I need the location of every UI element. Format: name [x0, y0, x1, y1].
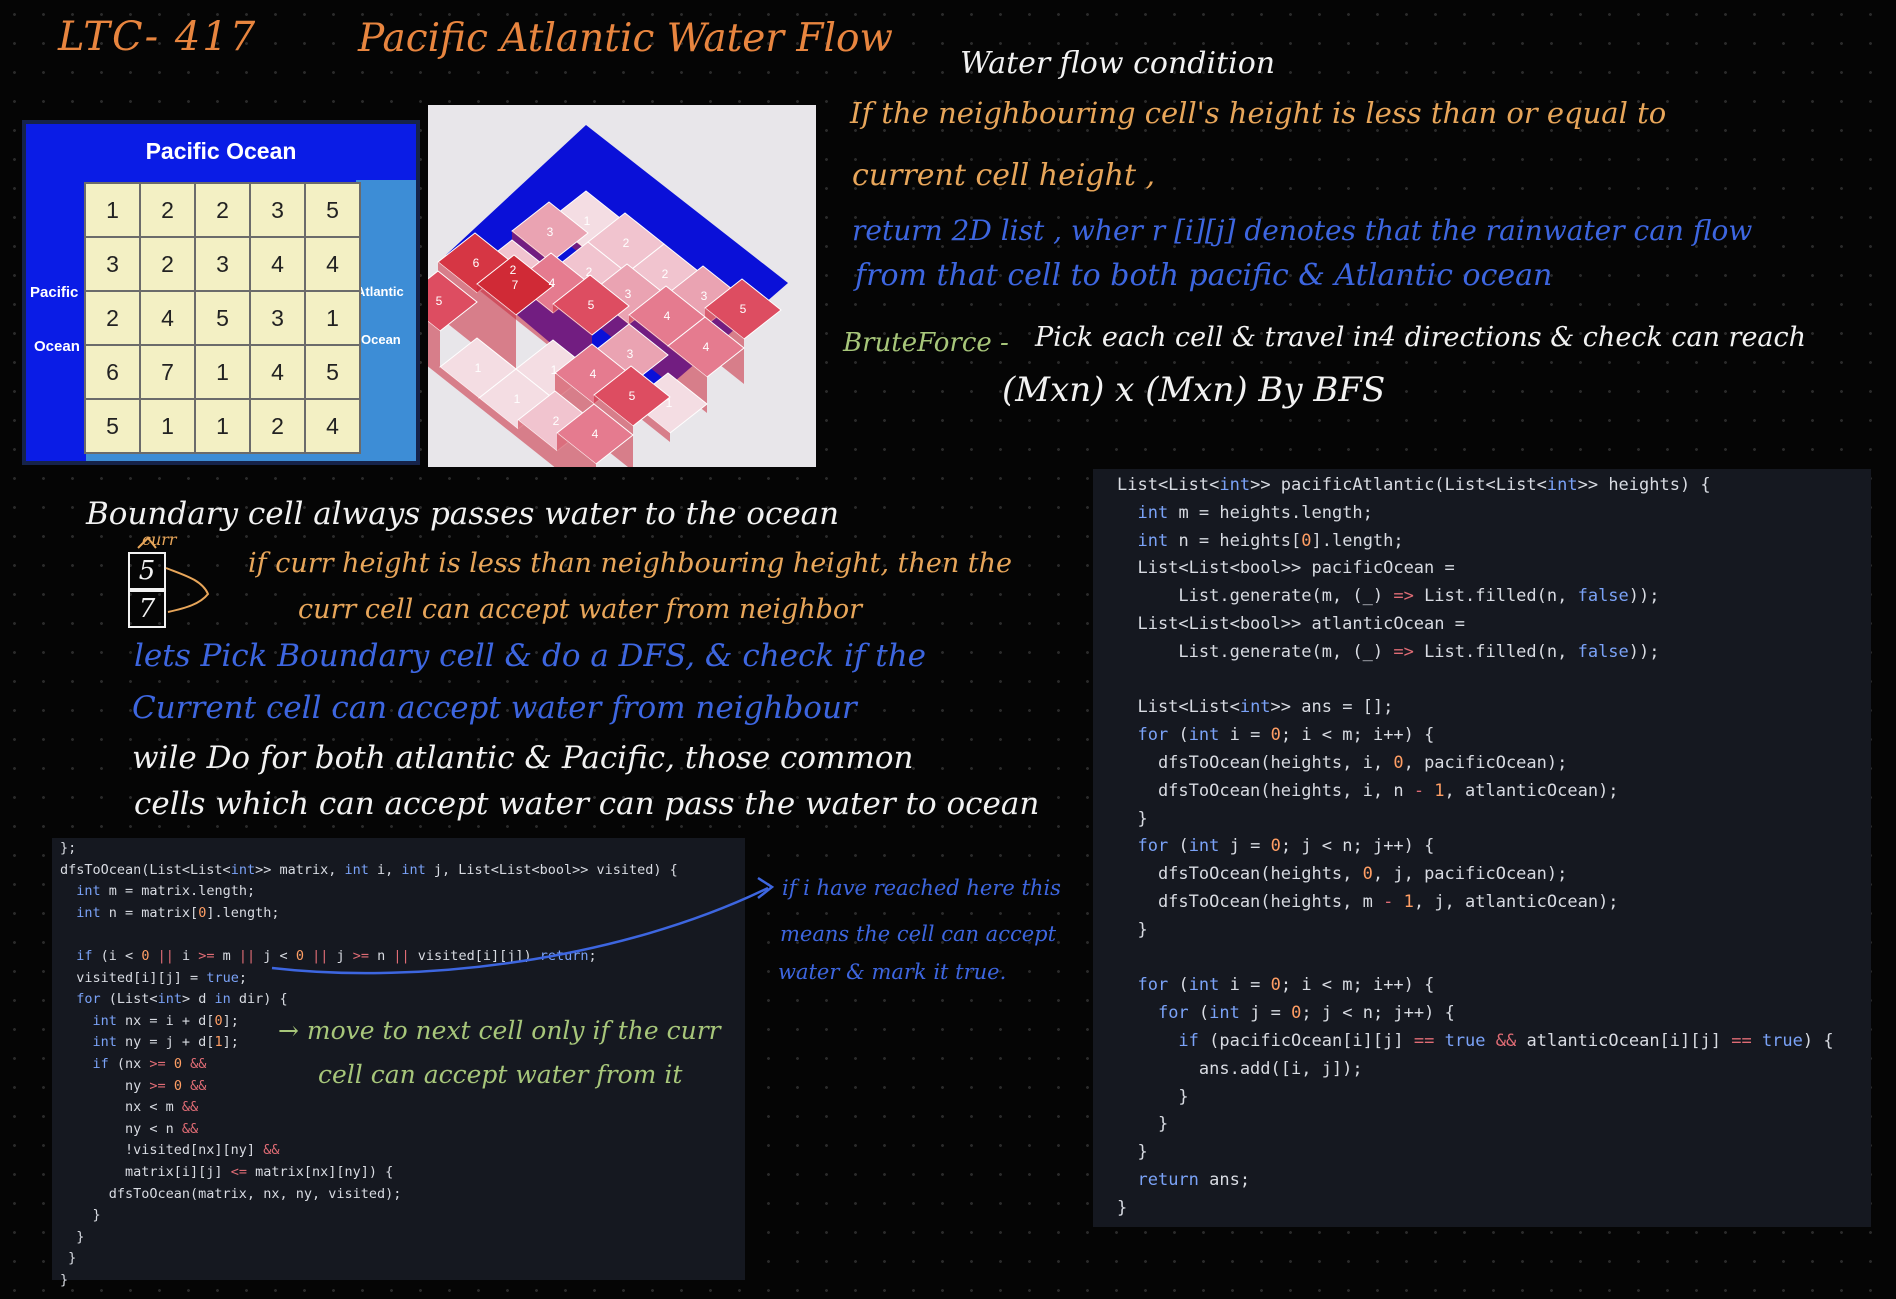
curr-arrow [165, 567, 210, 613]
annotation-strokes [137, 536, 775, 975]
annotation-arrow [271, 886, 769, 975]
annotation-arrowhead [757, 876, 775, 899]
curr-marker [137, 536, 157, 549]
